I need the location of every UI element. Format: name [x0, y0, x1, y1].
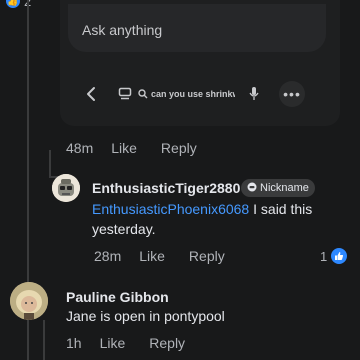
- nickname-badge: Nickname: [241, 179, 315, 197]
- ask-anything-placeholder: Ask anything: [82, 22, 163, 38]
- comment1-reply-button[interactable]: Reply: [161, 140, 197, 156]
- search-query-text: can you use shrinkwrap: [151, 89, 235, 99]
- reply-timestamp: 28m: [94, 248, 122, 264]
- comments-page: 👍 2 Ask anything can you use shrinkwrap …: [0, 0, 360, 360]
- comment1-timestamp: 48m: [66, 140, 94, 156]
- like-reaction-icon: 👍: [6, 0, 20, 8]
- reply-connector-line: [49, 150, 51, 178]
- ai-toolbar: can you use shrinkwrap •••: [80, 74, 324, 114]
- reply-actions: 28m Like Reply: [94, 248, 225, 264]
- comment2-like-button[interactable]: Like: [100, 335, 126, 351]
- reply-like-button[interactable]: Like: [139, 248, 165, 264]
- reply-author-name[interactable]: EnthusiasticTiger2880: [92, 180, 240, 196]
- ask-anything-input[interactable]: Ask anything: [68, 4, 326, 52]
- comment2-thread-line: [43, 320, 45, 360]
- comment2-timestamp: 1h: [66, 335, 82, 351]
- reply-reply-button[interactable]: Reply: [189, 248, 225, 264]
- comment2-author-name[interactable]: Pauline Gibbon: [66, 289, 169, 305]
- reply-mention-link[interactable]: EnthusiasticPhoenix6068: [92, 201, 249, 217]
- like-reaction-icon: [331, 248, 348, 264]
- search-query-chip[interactable]: can you use shrinkwrap: [138, 84, 235, 104]
- nickname-icon: [247, 182, 257, 195]
- reply-author-avatar[interactable]: [52, 174, 80, 202]
- comment2-text: Jane is open in pontypool: [66, 308, 225, 324]
- back-chevron-icon[interactable]: [80, 80, 102, 108]
- ai-assistant-card: Ask anything can you use shrinkwrap •••: [60, 0, 340, 126]
- more-options-icon[interactable]: •••: [279, 81, 305, 107]
- comment2-reply-button[interactable]: Reply: [149, 335, 185, 351]
- comment1-actions: 48m Like Reply: [66, 140, 197, 156]
- microphone-icon[interactable]: [247, 84, 261, 104]
- reply-reaction-summary[interactable]: 1: [320, 248, 348, 264]
- search-icon: [138, 89, 148, 99]
- nickname-badge-label: Nickname: [260, 182, 309, 194]
- reply-reaction-count: 1: [320, 248, 328, 264]
- comment2-author-avatar[interactable]: [10, 282, 48, 320]
- comment2-actions: 1h Like Reply: [66, 335, 185, 351]
- reply-text: EnthusiasticPhoenix6068 I said this yest…: [92, 199, 342, 239]
- lens-icon[interactable]: [116, 85, 134, 103]
- comment1-like-button[interactable]: Like: [111, 140, 137, 156]
